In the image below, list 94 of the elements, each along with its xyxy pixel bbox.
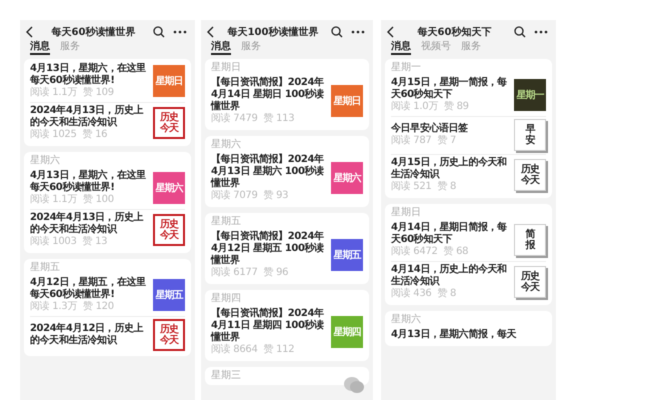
read-count: 阅读 436 — [391, 288, 432, 300]
like-count: 赞 89 — [444, 101, 469, 113]
article-thumbnail[interactable]: 早 安 — [514, 119, 546, 151]
like-count: 赞 113 — [264, 113, 294, 125]
article-thumbnail[interactable]: 星期五 — [153, 279, 185, 311]
like-count: 赞 100 — [82, 194, 114, 206]
thumbnail-text: 今天 — [521, 282, 539, 293]
article-title[interactable]: 【每日资讯简报】2024年4月14日 星期日 100秒读懂世界 — [211, 77, 327, 113]
like-count: 赞 120 — [82, 301, 114, 313]
article-thumbnail[interactable]: 星期六 — [153, 172, 185, 204]
thumbnail-text: 简 — [526, 229, 534, 240]
like-count: 赞 13 — [82, 236, 108, 248]
read-count: 阅读 1.3万 — [30, 301, 77, 313]
day-label: 星期五 — [30, 261, 61, 275]
day-label: 星期日 — [391, 206, 422, 220]
article-title[interactable]: 4月14日，历史上的今天和生活冷知识 — [391, 264, 510, 288]
tab[interactable]: 消息 — [30, 41, 50, 55]
account-title: 每天100秒读懂世界 — [226, 26, 320, 39]
thumbnail-text: 星期日 — [156, 76, 182, 86]
thumbnail-text: 星期五 — [156, 290, 182, 300]
thumbnail-text: 星期日 — [334, 96, 360, 106]
article-title[interactable]: 4月13日，星期六，在这里每天60秒读懂世界! — [30, 170, 149, 194]
thumbnail-text: 历史 — [521, 271, 539, 282]
like-count: 赞 16 — [82, 129, 108, 141]
article-title[interactable]: 2024年4月12日，历史上的今天和生活冷知识 — [30, 323, 149, 347]
tab[interactable]: 消息 — [211, 41, 231, 55]
thumbnail-text: 早 — [526, 124, 534, 135]
thumbnail-text: 安 — [526, 135, 534, 146]
day-label: 星期三 — [211, 369, 242, 383]
thumbnail-text: 今天 — [160, 230, 178, 241]
thumbnail-text: 星期六 — [334, 172, 360, 184]
thumbnail-text: 历史 — [160, 112, 178, 123]
article-thumbnail[interactable]: 星期一 — [514, 79, 546, 111]
article-thumbnail[interactable]: 星期六 — [331, 162, 363, 194]
thumbnail-text: 历史 — [160, 324, 178, 335]
thumbnail-text: 星期四 — [334, 326, 360, 338]
article-thumbnail[interactable]: 星期五 — [331, 239, 363, 271]
day-label: 星期一 — [391, 61, 422, 75]
article-thumbnail[interactable]: 简 报 — [514, 224, 546, 256]
thumbnail-text: 今天 — [160, 335, 178, 346]
day-label: 星期六 — [211, 138, 242, 152]
day-label: 星期五 — [211, 215, 242, 229]
article-title[interactable]: 今日早安心语日签 — [391, 123, 510, 135]
account-title: 每天60秒读懂世界 — [50, 26, 136, 39]
read-count: 阅读 6472 — [391, 246, 438, 258]
thumbnail-text: 今天 — [160, 123, 178, 134]
like-count: 赞 8 — [437, 181, 456, 193]
day-label: 星期四 — [211, 292, 242, 306]
read-count: 阅读 7079 — [211, 190, 258, 202]
article-title[interactable]: 2024年4月13日，历史上的今天和生活冷知识 — [30, 212, 149, 236]
article-thumbnail[interactable]: 历史 今天 — [514, 159, 546, 191]
thumbnail-text: 今天 — [521, 175, 539, 186]
read-count: 阅读 1.0万 — [391, 101, 438, 113]
day-label: 星期六 — [30, 154, 61, 168]
article-thumbnail[interactable]: 历史 今天 — [514, 266, 546, 298]
like-count: 赞 109 — [82, 87, 114, 99]
like-count: 赞 8 — [437, 288, 456, 300]
like-count: 赞 68 — [444, 246, 468, 258]
like-count: 赞 93 — [264, 190, 288, 202]
account-title: 每天60秒知天下 — [416, 26, 492, 39]
article-title[interactable]: 4月15日，星期一简报，每天60秒知天下 — [391, 77, 510, 101]
like-count: 赞 112 — [264, 344, 294, 356]
thumbnail-text: 历史 — [160, 219, 178, 230]
read-count: 阅读 7479 — [211, 113, 258, 125]
like-count: 赞 96 — [264, 267, 288, 279]
read-count: 阅读 1.1万 — [30, 87, 77, 99]
article-thumbnail[interactable]: 历史 今天 — [153, 319, 185, 351]
article-thumbnail[interactable]: 历史 今天 — [153, 214, 185, 246]
read-count: 阅读 1003 — [30, 236, 77, 248]
thumbnail-text: 历史 — [521, 164, 539, 175]
article-title[interactable]: 4月14日，星期日简报，每天60秒知天下 — [391, 222, 510, 246]
article-title[interactable]: 【每日资讯简报】2024年4月11日 星期四 100秒读懂世界 — [211, 308, 327, 344]
article-title[interactable]: 【每日资讯简报】2024年4月13日 星期六 100秒读懂世界 — [211, 154, 327, 190]
article-title[interactable]: 4月12日，星期五，在这里每天60秒读懂世界! — [30, 277, 149, 301]
article-thumbnail[interactable]: 历史 今天 — [153, 107, 185, 139]
read-count: 阅读 6177 — [211, 267, 258, 279]
article-title[interactable]: 4月15日，历史上的今天和生活冷知识 — [391, 157, 510, 181]
article-title[interactable]: 【每日资讯简报】2024年4月12日 星期五 100秒读懂世界 — [211, 231, 327, 267]
read-count: 阅读 8664 — [211, 344, 258, 356]
read-count: 阅读 1.1万 — [30, 194, 77, 206]
read-count: 阅读 1025 — [30, 129, 77, 141]
thumbnail-text: 报 — [526, 240, 534, 251]
read-count: 阅读 521 — [391, 181, 432, 193]
article-title[interactable]: 4月13日，星期六简报，每天 — [391, 329, 546, 341]
like-count: 赞 7 — [437, 135, 456, 147]
tab[interactable]: 消息 — [391, 41, 411, 55]
read-count: 阅读 787 — [391, 135, 432, 147]
day-label: 星期日 — [211, 61, 242, 75]
thumbnail-text: 星期五 — [334, 250, 360, 260]
thumbnail-text: 星期一 — [516, 90, 544, 100]
article-title[interactable]: 2024年4月13日，历史上的今天和生活冷知识 — [30, 105, 149, 129]
article-title[interactable]: 4月13日，星期六，在这里每天60秒读懂世界! — [30, 63, 149, 87]
thumbnail-text: 星期六 — [156, 182, 182, 194]
day-label: 星期六 — [391, 313, 422, 327]
